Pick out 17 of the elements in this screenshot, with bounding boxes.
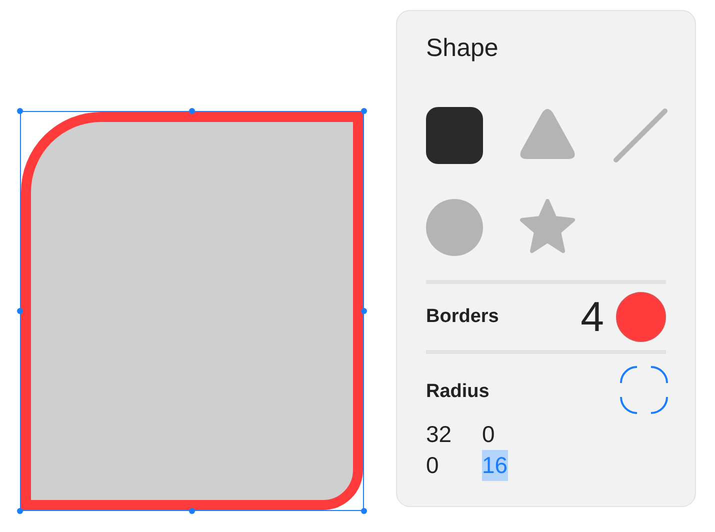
corner-radius-icon[interactable] xyxy=(620,366,668,414)
resize-handle[interactable] xyxy=(361,108,367,114)
corner-radius-value[interactable]: 0 xyxy=(482,418,495,450)
resize-handle[interactable] xyxy=(189,108,195,114)
corner-radius-value[interactable]: 32 xyxy=(426,418,452,450)
star-icon[interactable] xyxy=(519,199,576,256)
resize-handle[interactable] xyxy=(17,308,23,314)
radius-label: Radius xyxy=(426,380,490,404)
borders-label: Borders xyxy=(426,304,499,329)
corner-radius-value[interactable]: 0 xyxy=(426,450,439,480)
panel-title: Shape xyxy=(426,33,500,64)
border-color-swatch[interactable] xyxy=(616,292,666,342)
resize-handle[interactable] xyxy=(17,108,23,114)
resize-handle[interactable] xyxy=(17,508,23,514)
square-icon[interactable] xyxy=(426,107,483,164)
resize-handle[interactable] xyxy=(361,508,367,514)
border-width-value[interactable]: 4 xyxy=(580,296,604,338)
